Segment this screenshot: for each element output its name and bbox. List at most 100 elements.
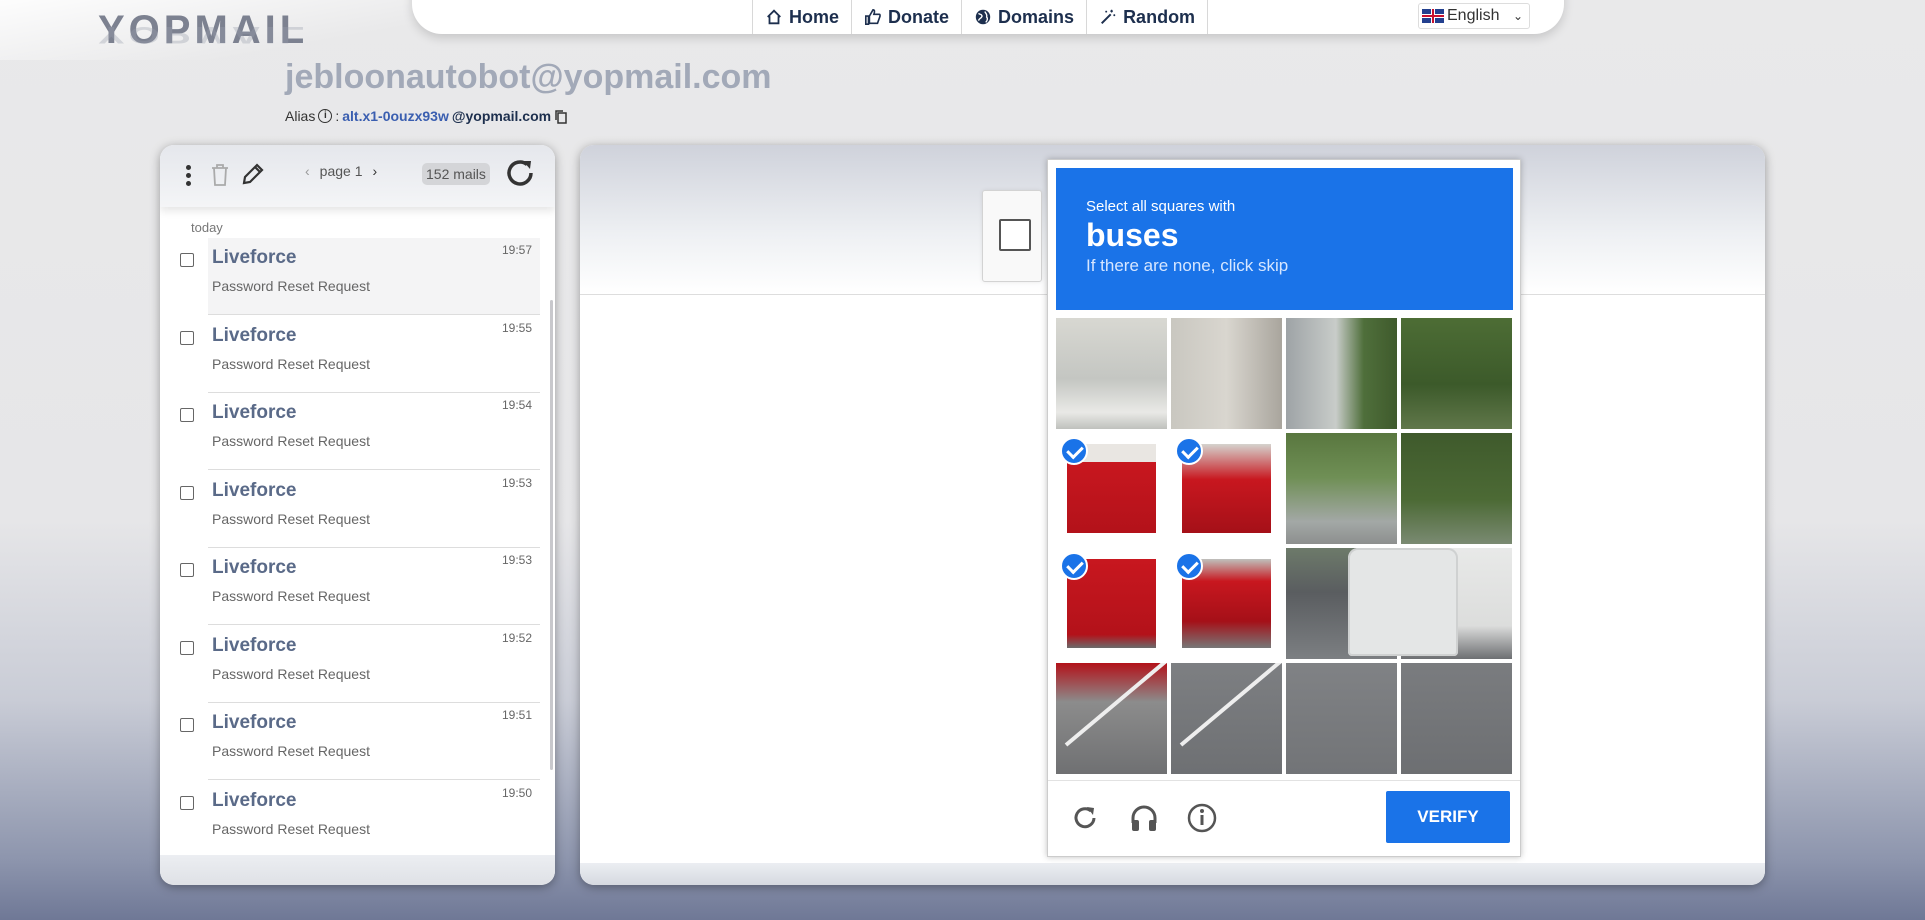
captcha-tile-image <box>1171 663 1282 774</box>
mail-time: 19:50 <box>501 785 532 800</box>
mail-subject: Password Reset Request <box>212 510 370 527</box>
mail-select-checkbox[interactable] <box>180 408 194 422</box>
mail-select-checkbox[interactable] <box>180 795 194 810</box>
tile-selected-check-icon <box>1175 437 1203 465</box>
more-options-icon[interactable] <box>186 165 192 189</box>
mail-list-item[interactable]: Liveforce Password Reset Request 19:54 <box>160 393 540 470</box>
info-icon[interactable] <box>1185 801 1219 835</box>
mail-list-item[interactable]: Liveforce Password Reset Request 19:52 <box>160 626 540 703</box>
captcha-tile-image <box>1401 663 1512 774</box>
reload-icon[interactable] <box>1068 801 1102 835</box>
nav-random-label: Random <box>1123 6 1196 27</box>
captcha-tile[interactable] <box>1056 318 1167 429</box>
mail-list-item[interactable]: Liveforce Password Reset Request 19:55 <box>160 316 540 393</box>
mail-select-checkbox[interactable] <box>180 640 194 655</box>
mail-subject: Password Reset Request <box>212 665 370 682</box>
captcha-tile-image <box>1401 433 1512 544</box>
captcha-tile[interactable] <box>1171 663 1282 774</box>
mail-subject: Password Reset Request <box>212 743 370 759</box>
page-label: page 1 <box>319 163 363 179</box>
alias-row: Alias i : alt.x1-0ouzx93w @yopmail.com <box>285 108 568 124</box>
mail-sender: Liveforce <box>212 247 297 268</box>
captcha-image-grid <box>1056 318 1513 775</box>
uk-flag-icon <box>1422 9 1444 23</box>
mail-sender: Liveforce <box>212 634 297 656</box>
captcha-tile[interactable] <box>1286 548 1397 659</box>
captcha-tile[interactable] <box>1401 318 1512 429</box>
mail-time: 19:53 <box>501 553 532 567</box>
captcha-tile-image <box>1286 663 1397 774</box>
tile-selected-check-icon <box>1060 552 1088 580</box>
mail-list-toolbar: ‹ page 1 › 152 mails <box>160 145 555 207</box>
captcha-tile[interactable] <box>1401 548 1512 659</box>
nav-home[interactable]: Home <box>753 0 853 34</box>
nav-domains-label: Domains <box>998 6 1075 27</box>
mail-select-checkbox[interactable] <box>180 253 194 267</box>
pager: ‹ page 1 › <box>305 163 377 179</box>
nav-random[interactable]: Random <box>1087 0 1209 34</box>
prev-page-icon[interactable]: ‹ <box>305 163 310 179</box>
mail-subject: Password Reset Request <box>212 588 370 604</box>
captcha-challenge: Select all squares with buses If there a… <box>1047 159 1521 857</box>
captcha-tile[interactable] <box>1286 318 1397 429</box>
captcha-tile[interactable] <box>1171 318 1282 429</box>
mail-time: 19:52 <box>501 630 532 645</box>
mail-list-item[interactable]: Liveforce Password Reset Request 19:53 <box>160 471 540 548</box>
copy-icon[interactable] <box>554 109 568 124</box>
info-icon[interactable]: i <box>318 109 333 123</box>
captcha-tile[interactable] <box>1286 433 1397 544</box>
mail-subject: Password Reset Request <box>212 820 370 837</box>
captcha-tile-image <box>1056 318 1167 429</box>
inbox-email-address: jebloonautobot@yopmail.com <box>285 58 772 96</box>
nav-domains[interactable]: Domains <box>962 0 1088 34</box>
logo-reflection: YOPMAIL <box>98 21 309 48</box>
mail-sender: Liveforce <box>212 712 297 733</box>
mail-list: today Liveforce Password Reset Request 19:… <box>160 215 555 858</box>
trash-icon[interactable] <box>210 163 230 187</box>
list-scrollbar[interactable] <box>550 300 553 770</box>
mail-list-item[interactable]: Liveforce Password Reset Request 19:57 <box>160 238 540 315</box>
mail-list-item[interactable]: Liveforce Password Reset Request 19:53 <box>160 548 540 625</box>
captcha-tile[interactable] <box>1056 663 1167 774</box>
mail-list-item[interactable]: Liveforce Password Reset Request 19:51 <box>160 703 540 780</box>
captcha-tile[interactable] <box>1286 663 1397 774</box>
main-nav: Home Donate Domains Random <box>752 0 1209 34</box>
mail-select-checkbox[interactable] <box>180 563 194 577</box>
mail-subject: Password Reset Request <box>212 355 370 372</box>
mail-time: 19:54 <box>501 398 532 412</box>
mail-select-checkbox[interactable] <box>180 718 194 732</box>
language-select[interactable]: English ⌄ <box>1418 3 1530 29</box>
mail-list-panel: ‹ page 1 › 152 mails today Liveforce Pass… <box>160 145 555 885</box>
nav-home-label: Home <box>789 6 840 27</box>
captcha-tile[interactable] <box>1401 663 1512 774</box>
mail-time: 19:57 <box>501 243 532 257</box>
mail-sender: Liveforce <box>212 324 297 346</box>
captcha-tile-image <box>1286 318 1397 429</box>
headphones-icon[interactable] <box>1127 801 1161 835</box>
recaptcha-checkbox[interactable] <box>999 219 1031 251</box>
captcha-tile[interactable] <box>1171 548 1282 659</box>
mail-sender: Liveforce <box>212 479 297 501</box>
captcha-target: buses <box>1086 217 1179 253</box>
captcha-tile[interactable] <box>1401 433 1512 544</box>
verify-button[interactable]: VERIFY <box>1386 791 1510 843</box>
compose-icon[interactable] <box>240 161 266 187</box>
refresh-icon[interactable] <box>502 155 538 191</box>
alias-domain: @yopmail.com <box>451 108 552 124</box>
chevron-down-icon: ⌄ <box>1512 9 1523 23</box>
captcha-tile[interactable] <box>1056 548 1167 659</box>
mail-select-checkbox[interactable] <box>180 330 194 345</box>
mail-list-item[interactable]: Liveforce Password Reset Request 19:50 <box>160 781 540 858</box>
alias-value[interactable]: alt.x1-0ouzx93w <box>342 108 449 124</box>
captcha-instruction: Select all squares with <box>1086 198 1236 215</box>
nav-donate[interactable]: Donate <box>852 0 963 34</box>
next-page-icon[interactable]: › <box>373 163 378 179</box>
mail-subject: Password Reset Request <box>212 278 370 294</box>
mail-select-checkbox[interactable] <box>180 485 194 500</box>
captcha-tile[interactable] <box>1171 433 1282 544</box>
mail-sender: Liveforce <box>212 789 297 811</box>
mail-subject: Password Reset Request <box>212 433 370 449</box>
captcha-tile[interactable] <box>1056 433 1167 544</box>
captcha-tile-image <box>1401 548 1512 659</box>
recaptcha-checkbox-widget <box>982 190 1042 282</box>
